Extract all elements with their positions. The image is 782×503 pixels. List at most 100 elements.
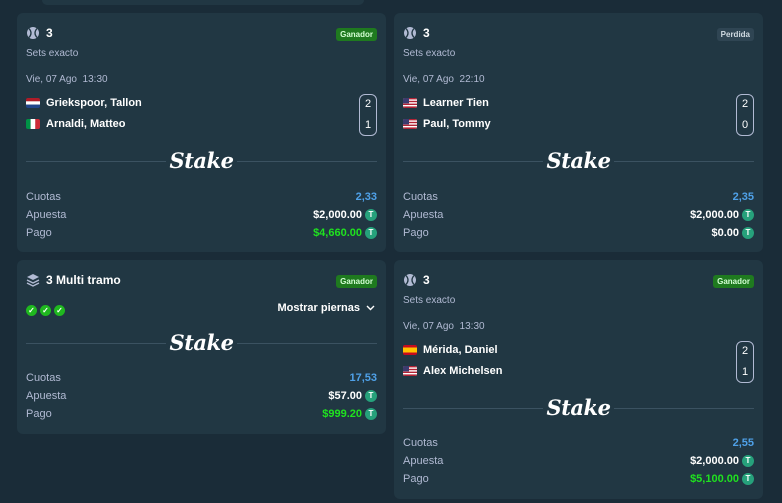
bet-header: 3 Multi tramo bbox=[26, 273, 121, 287]
score-box: 2 0 bbox=[736, 94, 754, 136]
stake-logo: Stake bbox=[169, 330, 234, 355]
payout-row: Pago $5,100.00 T bbox=[403, 472, 754, 486]
bet-card[interactable]: 3 Ganador Sets exacto Vie, 07 Ago 13:30 … bbox=[17, 13, 386, 252]
player-row: Griekspoor, Tallon bbox=[26, 97, 142, 109]
bet-card[interactable]: 3 Ganador Sets exacto Vie, 07 Ago 13:30 … bbox=[394, 260, 763, 499]
stake-divider: Stake bbox=[26, 330, 377, 355]
usa-flag-icon bbox=[403, 366, 417, 376]
stake-row: Apuesta $2,000.00 T bbox=[403, 454, 754, 468]
payout-label: Pago bbox=[403, 473, 429, 485]
stake-value: $2,000.00 bbox=[313, 209, 362, 221]
tennis-ball-icon bbox=[27, 27, 39, 39]
top-panel-edge bbox=[42, 0, 364, 5]
payout-row: Pago $4,660.00 T bbox=[26, 226, 377, 240]
odds-value: 2,35 bbox=[732, 191, 754, 203]
stake-value-wrap: $2,000.00 T bbox=[690, 209, 754, 221]
check-circle-icon: ✓ bbox=[40, 305, 51, 316]
stake-value-wrap: $2,000.00 T bbox=[313, 209, 377, 221]
multi-title: 3 Multi tramo bbox=[46, 273, 121, 287]
event-datetime: Vie, 07 Ago 13:30 bbox=[403, 321, 485, 332]
score-value: 2 bbox=[741, 98, 749, 110]
player-row: Learner Tien bbox=[403, 97, 489, 109]
odds-label: Cuotas bbox=[26, 372, 61, 384]
score-box: 2 1 bbox=[736, 341, 754, 383]
payout-row: Pago $0.00 T bbox=[403, 226, 754, 240]
payout-value: $999.20 bbox=[322, 408, 362, 420]
status-badge: Ganador bbox=[336, 28, 377, 41]
player-name: Arnaldi, Matteo bbox=[46, 118, 126, 130]
stake-divider: Stake bbox=[403, 148, 754, 173]
odds-row: Cuotas 2,55 bbox=[403, 436, 754, 450]
stake-divider: Stake bbox=[403, 395, 754, 420]
tether-icon: T bbox=[365, 408, 377, 420]
bet-count: 3 bbox=[423, 273, 430, 287]
check-circle-icon: ✓ bbox=[26, 305, 37, 316]
stake-label: Apuesta bbox=[26, 209, 67, 221]
payout-label: Pago bbox=[26, 408, 52, 420]
spain-flag-icon bbox=[403, 345, 417, 355]
player-name: Mérida, Daniel bbox=[423, 344, 498, 356]
stake-logo: Stake bbox=[169, 148, 234, 173]
tether-icon: T bbox=[742, 473, 754, 485]
stake-value-wrap: $2,000.00 T bbox=[690, 455, 754, 467]
payout-value-wrap: $0.00 T bbox=[711, 227, 754, 239]
stake-row: Apuesta $57.00 T bbox=[26, 389, 377, 403]
bet-header: 3 bbox=[403, 273, 430, 287]
event-datetime: Vie, 07 Ago 22:10 bbox=[403, 74, 485, 85]
event-time: 13:30 bbox=[459, 321, 485, 332]
player-name: Paul, Tommy bbox=[423, 118, 491, 130]
player-name: Griekspoor, Tallon bbox=[46, 97, 142, 109]
multi-label: Multi tramo bbox=[56, 273, 121, 287]
score-box: 2 1 bbox=[359, 94, 377, 136]
player-name: Alex Michelsen bbox=[423, 365, 503, 377]
player-row: Paul, Tommy bbox=[403, 118, 491, 130]
usa-flag-icon bbox=[403, 119, 417, 129]
player-row: Mérida, Daniel bbox=[403, 344, 498, 356]
payout-label: Pago bbox=[403, 227, 429, 239]
bet-count: 3 bbox=[423, 26, 430, 40]
stake-row: Apuesta $2,000.00 T bbox=[403, 208, 754, 222]
show-legs-label: Mostrar piernas bbox=[277, 302, 360, 314]
status-badge: Ganador bbox=[336, 275, 377, 288]
show-legs-button[interactable]: Mostrar piernas bbox=[277, 302, 375, 314]
tether-icon: T bbox=[365, 390, 377, 402]
bet-card[interactable]: 3 Perdida Sets exacto Vie, 07 Ago 22:10 … bbox=[394, 13, 763, 252]
payout-value: $0.00 bbox=[711, 227, 739, 239]
payout-value-wrap: $4,660.00 T bbox=[313, 227, 377, 239]
score-value: 1 bbox=[741, 366, 749, 378]
multi-bet-card[interactable]: 3 Multi tramo Ganador ✓ ✓ ✓ Mostrar pier… bbox=[17, 260, 386, 434]
event-datetime: Vie, 07 Ago 13:30 bbox=[26, 74, 108, 85]
bet-count: 3 bbox=[46, 273, 53, 287]
market-name: Sets exacto bbox=[403, 295, 456, 306]
check-circle-icon: ✓ bbox=[54, 305, 65, 316]
italy-flag-icon bbox=[26, 119, 40, 129]
leg-status-list: ✓ ✓ ✓ bbox=[26, 305, 65, 316]
player-row: Alex Michelsen bbox=[403, 365, 502, 377]
usa-flag-icon bbox=[403, 98, 417, 108]
odds-row: Cuotas 2,33 bbox=[26, 190, 377, 204]
event-date: Vie, 07 Ago bbox=[403, 321, 454, 332]
player-row: Arnaldi, Matteo bbox=[26, 118, 125, 130]
payout-label: Pago bbox=[26, 227, 52, 239]
event-date: Vie, 07 Ago bbox=[26, 74, 77, 85]
stake-logo: Stake bbox=[546, 395, 611, 420]
odds-value: 2,55 bbox=[732, 437, 754, 449]
stake-value-wrap: $57.00 T bbox=[328, 390, 377, 402]
score-value: 2 bbox=[741, 345, 749, 357]
event-date: Vie, 07 Ago bbox=[403, 74, 454, 85]
odds-label: Cuotas bbox=[403, 191, 438, 203]
stake-value: $2,000.00 bbox=[690, 209, 739, 221]
market-name: Sets exacto bbox=[403, 48, 456, 59]
stake-label: Apuesta bbox=[403, 209, 444, 221]
payout-value-wrap: $5,100.00 T bbox=[690, 473, 754, 485]
payout-row: Pago $999.20 T bbox=[26, 407, 377, 421]
score-value: 1 bbox=[364, 119, 372, 131]
odds-label: Cuotas bbox=[403, 437, 438, 449]
status-badge: Ganador bbox=[713, 275, 754, 288]
player-name: Learner Tien bbox=[423, 97, 489, 109]
chevron-down-icon bbox=[366, 305, 375, 311]
score-value: 2 bbox=[364, 98, 372, 110]
tennis-ball-icon bbox=[404, 274, 416, 286]
tether-icon: T bbox=[365, 227, 377, 239]
event-time: 13:30 bbox=[82, 74, 108, 85]
